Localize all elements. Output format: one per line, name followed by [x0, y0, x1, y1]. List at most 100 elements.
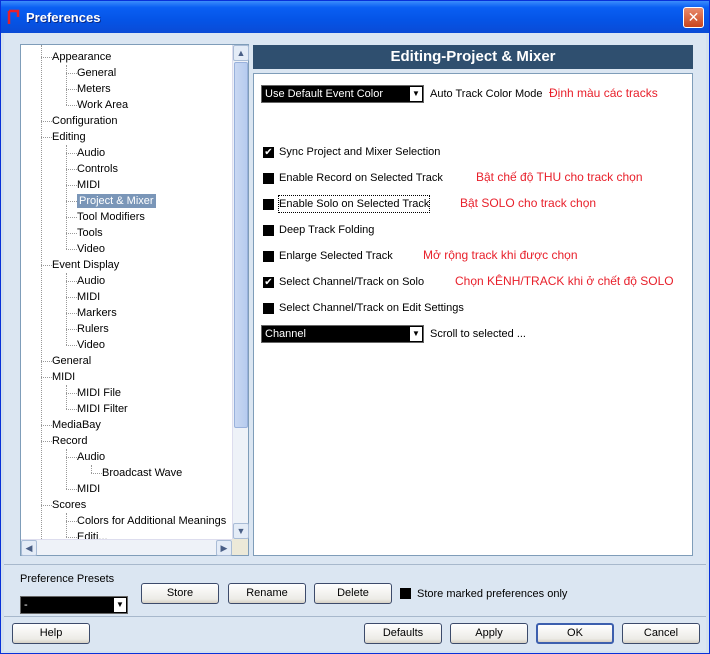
- tree-item[interactable]: MediaBay: [52, 417, 101, 433]
- cubase-logo-icon: [7, 9, 20, 24]
- track-color-mode-label: Auto Track Color Mode: [430, 88, 543, 100]
- tree-item[interactable]: Appearance: [52, 49, 111, 65]
- tree-line: [66, 297, 77, 298]
- scroll-target-value: Channel: [265, 328, 306, 340]
- tree-item[interactable]: Project & Mixer: [77, 193, 156, 209]
- scroll-thumb[interactable]: [234, 62, 248, 428]
- scroll-target-select[interactable]: Channel ▼: [261, 325, 424, 343]
- tree-item[interactable]: Editi...: [77, 529, 108, 539]
- option-checkbox[interactable]: [263, 173, 274, 184]
- tree-item[interactable]: MIDI: [77, 177, 100, 193]
- option-checkbox[interactable]: ✔: [263, 277, 274, 288]
- option-label[interactable]: Select Channel/Track on Edit Settings: [279, 300, 464, 316]
- window-title: Preferences: [26, 10, 101, 25]
- tree-line: [66, 329, 77, 330]
- tree-item-label: Video: [77, 243, 105, 255]
- tree-line: [41, 121, 52, 122]
- store-button[interactable]: Store: [141, 583, 219, 604]
- tree-item[interactable]: Audio: [77, 449, 105, 465]
- tree-item[interactable]: Audio: [77, 273, 105, 289]
- tree-item[interactable]: Rulers: [77, 321, 109, 337]
- track-color-mode-select[interactable]: Use Default Event Color ▼: [261, 85, 424, 103]
- tree-item[interactable]: Tool Modifiers: [77, 209, 145, 225]
- tree-line: [91, 473, 102, 474]
- track-color-mode-value: Use Default Event Color: [265, 88, 383, 100]
- scroll-right-icon[interactable]: ▶: [216, 540, 232, 556]
- tree-item-label: MIDI: [52, 371, 76, 383]
- rename-button[interactable]: Rename: [228, 583, 306, 604]
- tree-item-label: Project & Mixer: [77, 194, 156, 208]
- tree-item[interactable]: Broadcast Wave: [102, 465, 182, 481]
- store-marked-label: Store marked preferences only: [417, 588, 568, 600]
- tree-item[interactable]: Editing: [52, 129, 86, 145]
- chevron-down-icon[interactable]: ▼: [410, 327, 422, 341]
- tree-vertical-scrollbar[interactable]: ▲ ▼: [232, 45, 249, 539]
- tree-item[interactable]: Work Area: [77, 97, 128, 113]
- scroll-down-icon[interactable]: ▼: [233, 523, 249, 539]
- tree-item[interactable]: Audio: [77, 145, 105, 161]
- chevron-down-icon[interactable]: ▼: [410, 87, 422, 101]
- tree-item[interactable]: Markers: [77, 305, 117, 321]
- option-checkbox[interactable]: ✔: [263, 147, 274, 158]
- delete-button[interactable]: Delete: [314, 583, 392, 604]
- tree-item[interactable]: Controls: [77, 161, 118, 177]
- tree-line: [66, 169, 77, 170]
- help-button[interactable]: Help: [12, 623, 90, 644]
- option-label[interactable]: Select Channel/Track on Solo: [279, 274, 424, 290]
- tree-item[interactable]: Record: [52, 433, 87, 449]
- chevron-down-icon[interactable]: ▼: [114, 598, 126, 612]
- tree-item[interactable]: MIDI: [77, 481, 100, 497]
- scroll-up-icon[interactable]: ▲: [233, 45, 249, 61]
- option-label[interactable]: Enlarge Selected Track: [279, 248, 393, 264]
- option-checkbox[interactable]: [263, 199, 274, 210]
- option-checkbox[interactable]: [263, 225, 274, 236]
- tree-item[interactable]: MIDI: [52, 369, 75, 385]
- option-label[interactable]: Deep Track Folding: [279, 222, 374, 238]
- tree-item-label: Controls: [77, 163, 118, 175]
- tree-item-label: Work Area: [77, 99, 129, 111]
- tree-line: [66, 145, 67, 249]
- tree-item-label: Meters: [77, 83, 111, 95]
- tree-line: [41, 377, 52, 378]
- cancel-button[interactable]: Cancel: [622, 623, 700, 644]
- tree-item-label: Appearance: [52, 51, 112, 63]
- tree-item[interactable]: MIDI File: [77, 385, 121, 401]
- tree-item[interactable]: Colors for Additional Meanings: [77, 513, 226, 529]
- defaults-button[interactable]: Defaults: [364, 623, 442, 644]
- tree-item[interactable]: Meters: [77, 81, 111, 97]
- tree-line: [66, 249, 77, 250]
- tree-item[interactable]: MIDI: [77, 289, 100, 305]
- close-button[interactable]: ✕: [683, 7, 704, 28]
- tree-line: [41, 137, 52, 138]
- tree-item-label: MediaBay: [52, 419, 101, 431]
- option-checkbox[interactable]: [263, 251, 274, 262]
- option-checkbox[interactable]: [263, 303, 274, 314]
- scroll-left-icon[interactable]: ◀: [21, 540, 37, 556]
- store-marked-checkbox[interactable]: [400, 588, 411, 599]
- tree-item-label: MIDI: [77, 483, 101, 495]
- tree-item-label: Tools: [77, 227, 103, 239]
- tree-item[interactable]: Configuration: [52, 113, 117, 129]
- ok-button[interactable]: OK: [536, 623, 614, 644]
- preset-select[interactable]: - ▼: [20, 596, 128, 614]
- tree-item-label: Audio: [77, 451, 106, 463]
- tree-line: [66, 65, 67, 105]
- title-bar[interactable]: Preferences ✕: [1, 1, 709, 33]
- tree-item[interactable]: General: [77, 65, 116, 81]
- tree-item[interactable]: Video: [77, 337, 105, 353]
- option-label[interactable]: Sync Project and Mixer Selection: [279, 144, 440, 160]
- tree-item-label: Tool Modifiers: [77, 211, 145, 223]
- tree-item[interactable]: MIDI Filter: [77, 401, 128, 417]
- tree-item-label: Video: [77, 339, 105, 351]
- tree-item[interactable]: Video: [77, 241, 105, 257]
- option-label[interactable]: Enable Record on Selected Track: [279, 170, 443, 186]
- tree-item[interactable]: Tools: [77, 225, 103, 241]
- tree-item[interactable]: Event Display: [52, 257, 119, 273]
- apply-button[interactable]: Apply: [450, 623, 528, 644]
- option-annotation: Bật SOLO cho track chọn: [460, 196, 597, 210]
- option-label[interactable]: Enable Solo on Selected Track: [277, 195, 431, 213]
- tree-item-label: Event Display: [52, 259, 120, 271]
- tree-item[interactable]: General: [52, 353, 91, 369]
- tree-horizontal-scrollbar[interactable]: ◀ ▶: [21, 539, 232, 556]
- tree-item[interactable]: Scores: [52, 497, 86, 513]
